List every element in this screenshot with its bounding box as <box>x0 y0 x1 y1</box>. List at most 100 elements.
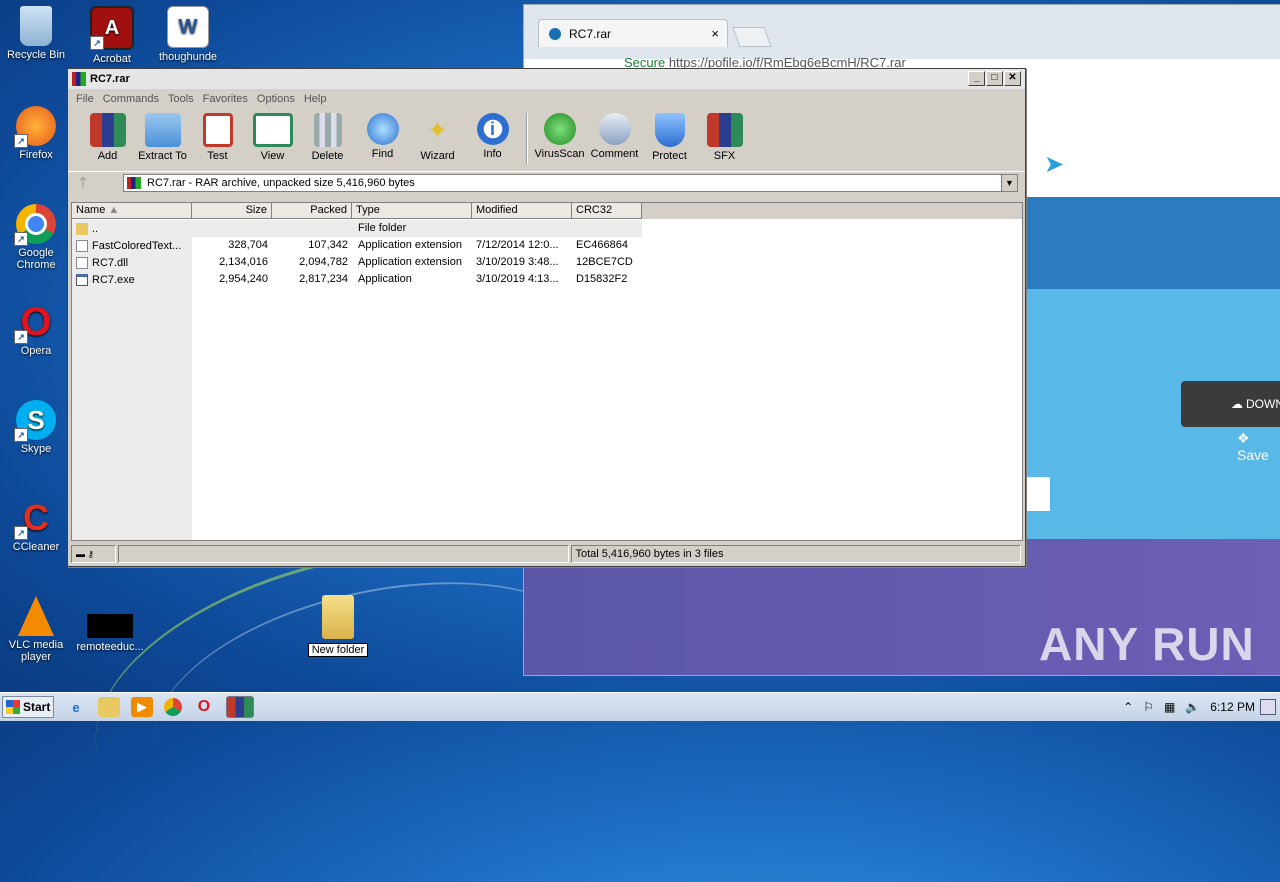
desktop-icon-firefox[interactable]: ↗ Firefox <box>0 106 72 161</box>
column-headers: Name ▲ Size Packed Type Modified CRC32 <box>72 203 1022 219</box>
view-button[interactable]: View <box>245 113 300 162</box>
column-header-name[interactable]: Name ▲ <box>72 203 192 219</box>
file-crc: D15832F2 <box>576 273 628 285</box>
up-one-level-icon[interactable]: 🡑 <box>68 172 98 196</box>
menu-options[interactable]: Options <box>257 93 295 105</box>
close-button[interactable]: ✕ <box>1004 71 1021 86</box>
desktop-icon-label: remoteeduc... <box>76 641 144 653</box>
column-header-packed[interactable]: Packed <box>272 203 352 219</box>
desktop-icon-acrobat[interactable]: A ↗ Acrobat <box>76 6 148 65</box>
desktop-icon-recycle-bin[interactable]: Recycle Bin <box>0 6 72 61</box>
action-center-flag-icon[interactable]: ⚐ <box>1143 700 1154 714</box>
table-row[interactable]: RC7.dll 2,134,016 2,094,782 Application … <box>72 254 642 271</box>
opera-icon: O ↗ <box>14 300 56 344</box>
cloud-download-icon: ☁ <box>1231 397 1243 411</box>
view-book-icon <box>252 113 293 147</box>
desktop-icon-vlc[interactable]: VLC media player <box>0 596 72 663</box>
save-dropbox-button[interactable]: ❖ Save <box>1237 430 1280 463</box>
protect-button[interactable]: Protect <box>642 113 697 162</box>
volume-icon[interactable]: 🔈 <box>1185 700 1200 714</box>
toolbar-label: Delete <box>311 150 344 162</box>
find-button[interactable]: Find <box>355 113 410 160</box>
add-button[interactable]: Add <box>80 113 135 162</box>
toolbar-label: Info <box>483 148 502 160</box>
show-desktop-button[interactable] <box>1260 699 1276 715</box>
table-row[interactable]: .. File folder <box>72 220 642 237</box>
trash-can-icon <box>313 113 342 147</box>
exe-file-icon <box>76 273 88 286</box>
browser-tab-title: RC7.rar <box>569 26 612 41</box>
taskbar-clock[interactable]: 6:12 PM <box>1210 700 1255 714</box>
paper-plane-icon[interactable]: ➤ <box>1044 150 1064 179</box>
show-hidden-icons-chevron-icon[interactable]: ⌃ <box>1123 700 1133 714</box>
comment-button[interactable]: Comment <box>587 113 642 160</box>
test-clipboard-icon <box>202 113 233 147</box>
start-button[interactable]: Start <box>2 696 54 718</box>
toolbar-label: Protect <box>652 150 687 162</box>
menu-help[interactable]: Help <box>304 93 327 105</box>
title-bar[interactable]: RC7.rar _ □ ✕ <box>68 69 1025 89</box>
menu-tools[interactable]: Tools <box>168 93 194 105</box>
virus-bug-icon <box>543 113 576 145</box>
virusscan-button[interactable]: VirusScan <box>532 113 587 160</box>
new-tab-button[interactable] <box>732 27 772 47</box>
menu-file[interactable]: File <box>76 93 94 105</box>
menu-favorites[interactable]: Favorites <box>203 93 248 105</box>
minimize-button[interactable]: _ <box>968 71 985 86</box>
explorer-taskbar-icon[interactable] <box>98 697 120 717</box>
dropbox-icon: ❖ <box>1237 430 1250 446</box>
window-title: RC7.rar <box>90 73 130 85</box>
site-input-box[interactable] <box>1024 477 1050 511</box>
ie-taskbar-icon[interactable]: e <box>65 697 87 717</box>
wizard-button[interactable]: ✦ Wizard <box>410 113 465 162</box>
file-size: 2,134,016 <box>219 256 268 268</box>
winrar-taskbar-icon[interactable] <box>226 696 254 718</box>
maximize-button[interactable]: □ <box>986 71 1003 86</box>
desktop-icon-new-folder[interactable]: New folder <box>306 595 370 657</box>
desktop-icon-ccleaner[interactable]: C ↗ CCleaner <box>0 497 72 553</box>
status-bar: ▬ ⚷ Total 5,416,960 bytes in 3 files <box>71 545 1021 563</box>
delete-button[interactable]: Delete <box>300 113 355 162</box>
desktop-icon-opera[interactable]: O ↗ Opera <box>0 300 72 357</box>
browser-tab[interactable]: RC7.rar × <box>538 19 728 47</box>
dll-file-icon <box>76 256 88 269</box>
status-drive-key-icons[interactable]: ▬ ⚷ <box>71 545 116 563</box>
desktop-icon-skype[interactable]: S ↗ Skype <box>0 400 72 455</box>
file-packed: 2,817,234 <box>299 273 348 285</box>
media-player-taskbar-icon[interactable]: ▶ <box>131 697 153 717</box>
folder-icon <box>76 222 88 235</box>
info-button[interactable]: i Info <box>465 113 520 160</box>
column-header-crc32[interactable]: CRC32 <box>572 203 642 219</box>
info-icon: i <box>476 113 509 145</box>
path-combobox[interactable]: RC7.rar - RAR archive, unpacked size 5,4… <box>123 174 1018 192</box>
folder-icon <box>322 595 354 639</box>
menu-commands[interactable]: Commands <box>103 93 159 105</box>
download-button[interactable]: ☁ DOWN <box>1181 381 1280 427</box>
toolbar-label: View <box>260 150 285 162</box>
file-packed: 107,342 <box>308 239 348 251</box>
file-type: Application extension <box>358 256 462 268</box>
desktop-icon-chrome[interactable]: ↗ Google Chrome <box>0 204 72 271</box>
status-total-text: Total 5,416,960 bytes in 3 files <box>575 548 724 560</box>
network-icon[interactable]: ▦ <box>1164 700 1175 714</box>
opera-taskbar-icon[interactable]: O <box>193 697 215 717</box>
table-row[interactable]: FastColoredText... 328,704 107,342 Appli… <box>72 237 642 254</box>
desktop-icon-label: Acrobat <box>93 53 131 65</box>
table-row[interactable]: RC7.exe 2,954,240 2,817,234 Application … <box>72 271 642 288</box>
sfx-button[interactable]: SFX <box>697 113 752 162</box>
winrar-window[interactable]: RC7.rar _ □ ✕ File Commands Tools Favori… <box>67 68 1026 567</box>
extract-to-button[interactable]: Extract To <box>135 113 190 162</box>
chrome-taskbar-icon[interactable] <box>164 698 182 716</box>
desktop-icon-word-doc[interactable]: W thoughunde <box>152 6 224 63</box>
test-button[interactable]: Test <box>190 113 245 162</box>
close-tab-icon[interactable]: × <box>711 26 719 41</box>
column-header-modified[interactable]: Modified <box>472 203 572 219</box>
new-folder-rename-input[interactable]: New folder <box>307 643 369 657</box>
system-tray: ⌃ ⚐ ▦ 🔈 6:12 PM <box>1118 693 1280 721</box>
windows-logo-icon <box>6 700 20 714</box>
desktop-icon-remoteeduc[interactable]: remoteeduc... <box>74 614 146 653</box>
chevron-down-icon[interactable]: ▼ <box>1001 175 1017 191</box>
column-header-type[interactable]: Type <box>352 203 472 219</box>
column-header-size[interactable]: Size <box>192 203 272 219</box>
file-list[interactable]: Name ▲ Size Packed Type Modified CRC32 .… <box>71 202 1023 541</box>
